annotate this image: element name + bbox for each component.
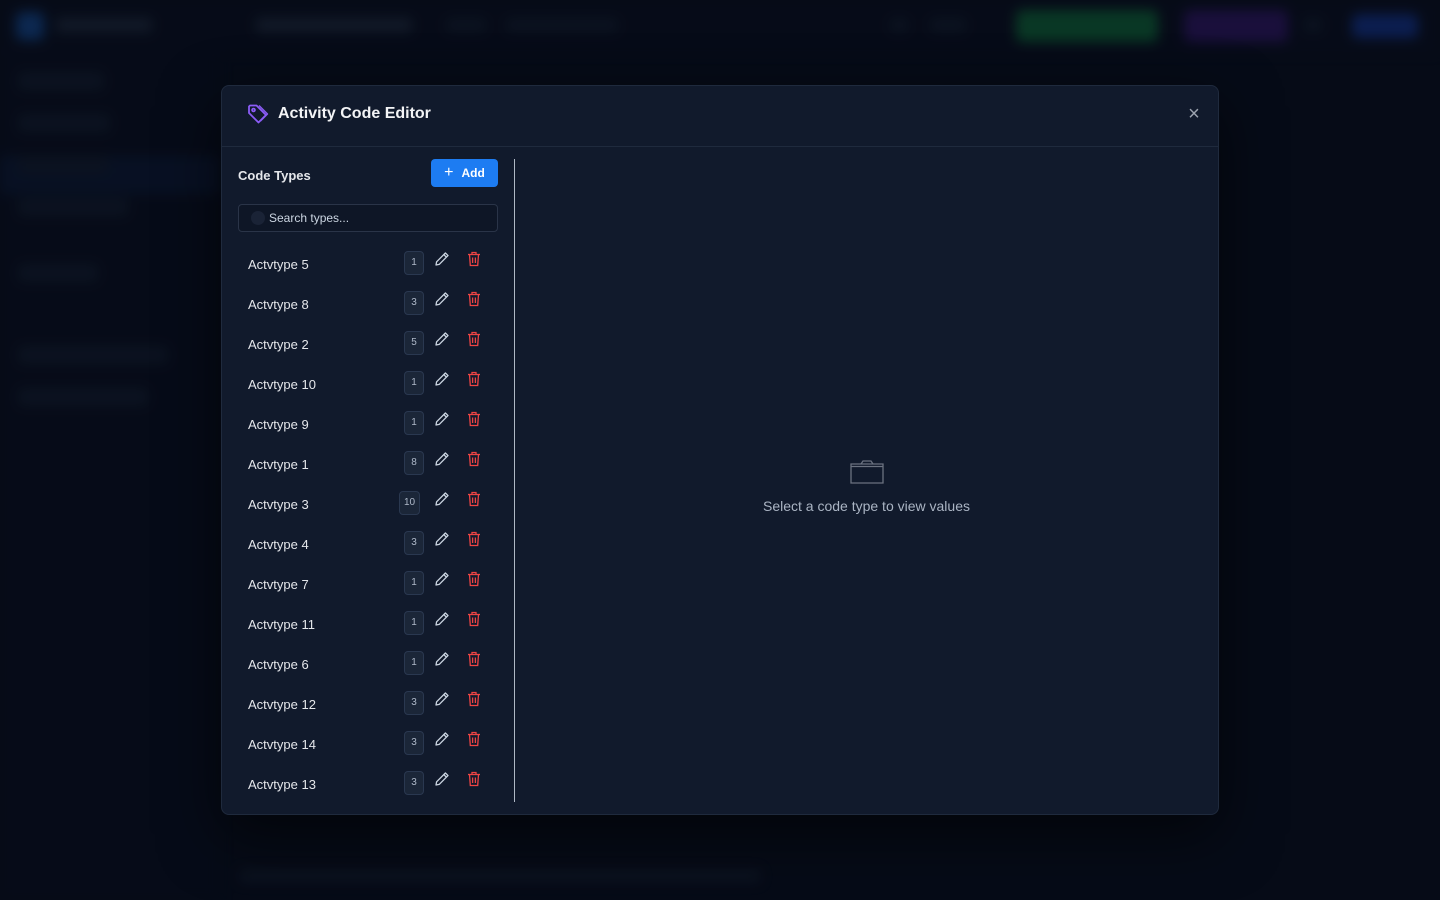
- pencil-icon[interactable]: [434, 571, 450, 587]
- code-type-name: Actvtype 12: [248, 697, 316, 712]
- value-count-badge: 8: [404, 451, 424, 475]
- tag-icon: [248, 104, 269, 124]
- value-count-badge: 3: [404, 771, 424, 795]
- search-types-box: [238, 204, 498, 232]
- pencil-icon[interactable]: [434, 451, 450, 467]
- pencil-icon[interactable]: [434, 531, 450, 547]
- trash-icon[interactable]: [467, 651, 481, 667]
- plus-icon: +: [444, 164, 454, 181]
- pencil-icon[interactable]: [434, 411, 450, 427]
- pencil-icon[interactable]: [434, 611, 450, 627]
- pencil-icon[interactable]: [434, 771, 450, 787]
- code-type-name: Actvtype 6: [248, 657, 309, 672]
- code-type-name: Actvtype 11: [248, 617, 315, 632]
- pencil-icon[interactable]: [434, 491, 450, 507]
- trash-icon[interactable]: [467, 451, 481, 467]
- value-count-badge: 10: [399, 491, 421, 515]
- code-type-name: Actvtype 14: [248, 737, 316, 752]
- code-type-name: Actvtype 2: [248, 337, 309, 352]
- trash-icon[interactable]: [467, 371, 481, 387]
- code-type-name: Actvtype 9: [248, 417, 309, 432]
- trash-icon[interactable]: [467, 291, 481, 307]
- value-count-badge: 1: [404, 651, 424, 675]
- code-type-row[interactable]: Actvtype 3 10: [238, 484, 498, 524]
- code-type-row[interactable]: Actvtype 11 1: [238, 604, 498, 644]
- value-count-badge: 5: [404, 331, 424, 355]
- trash-icon[interactable]: [467, 411, 481, 427]
- code-type-row[interactable]: Actvtype 13 3: [238, 764, 498, 804]
- trash-icon[interactable]: [467, 611, 481, 627]
- close-button[interactable]: ×: [1184, 104, 1204, 124]
- code-type-name: Actvtype 1: [248, 457, 309, 472]
- pencil-icon[interactable]: [434, 731, 450, 747]
- trash-icon[interactable]: [467, 251, 481, 267]
- trash-icon[interactable]: [467, 691, 481, 707]
- value-count-badge: 1: [404, 611, 424, 635]
- add-code-type-button[interactable]: + Add: [431, 159, 498, 187]
- code-type-name: Actvtype 10: [248, 377, 316, 392]
- add-button-label: Add: [461, 166, 485, 180]
- trash-icon[interactable]: [467, 331, 481, 347]
- code-type-name: Actvtype 3: [248, 497, 309, 512]
- trash-icon[interactable]: [467, 571, 481, 587]
- folder-icon: [850, 460, 884, 484]
- code-type-row[interactable]: Actvtype 5 1: [238, 244, 498, 284]
- code-type-name: Actvtype 8: [248, 297, 309, 312]
- trash-icon[interactable]: [467, 491, 481, 507]
- value-count-badge: 3: [404, 731, 424, 755]
- value-count-badge: 3: [404, 691, 424, 715]
- pencil-icon[interactable]: [434, 291, 450, 307]
- code-type-name: Actvtype 13: [248, 777, 316, 792]
- code-type-row[interactable]: Actvtype 1 8: [238, 444, 498, 484]
- search-icon: [251, 211, 265, 225]
- value-count-badge: 3: [404, 291, 424, 315]
- modal-title: Activity Code Editor: [278, 105, 431, 122]
- pencil-icon[interactable]: [434, 651, 450, 667]
- code-type-row[interactable]: Actvtype 8 3: [238, 284, 498, 324]
- pencil-icon[interactable]: [434, 691, 450, 707]
- code-type-name: Actvtype 5: [248, 257, 309, 272]
- empty-state-message: Select a code type to view values: [762, 498, 970, 514]
- code-type-list: Actvtype 5 1 Actvtype 8 3 Actvtype 2 5 Actvtyp…: [238, 244, 498, 804]
- search-types-input[interactable]: [269, 209, 489, 227]
- modal-header: Activity Code Editor ×: [222, 86, 1218, 147]
- pencil-icon[interactable]: [434, 251, 450, 267]
- code-type-row[interactable]: Actvtype 9 1: [238, 404, 498, 444]
- value-count-badge: 1: [404, 251, 424, 275]
- value-count-badge: 1: [404, 571, 424, 595]
- code-type-name: Actvtype 7: [248, 577, 309, 592]
- trash-icon[interactable]: [467, 531, 481, 547]
- value-count-badge: 1: [404, 371, 424, 395]
- code-type-row[interactable]: Actvtype 10 1: [238, 364, 498, 404]
- code-type-name: Actvtype 4: [248, 537, 309, 552]
- trash-icon[interactable]: [467, 731, 481, 747]
- value-count-badge: 1: [404, 411, 424, 435]
- code-type-row[interactable]: Actvtype 6 1: [238, 644, 498, 684]
- pencil-icon[interactable]: [434, 331, 450, 347]
- code-type-row[interactable]: Actvtype 12 3: [238, 684, 498, 724]
- pencil-icon[interactable]: [434, 371, 450, 387]
- code-type-row[interactable]: Actvtype 4 3: [238, 524, 498, 564]
- code-type-row[interactable]: Actvtype 7 1: [238, 564, 498, 604]
- value-count-badge: 3: [404, 531, 424, 555]
- code-type-row[interactable]: Actvtype 2 5: [238, 324, 498, 364]
- code-types-title: Code Types: [238, 168, 311, 183]
- code-types-panel: Code Types + Add Actvtype 51Actvtype 83A…: [222, 148, 514, 808]
- activity-code-editor-modal: Activity Code Editor × Code Types + Add …: [221, 85, 1219, 815]
- code-values-panel: Select a code type to view values: [515, 148, 1218, 814]
- code-type-row[interactable]: Actvtype 14 3: [238, 724, 498, 764]
- trash-icon[interactable]: [467, 771, 481, 787]
